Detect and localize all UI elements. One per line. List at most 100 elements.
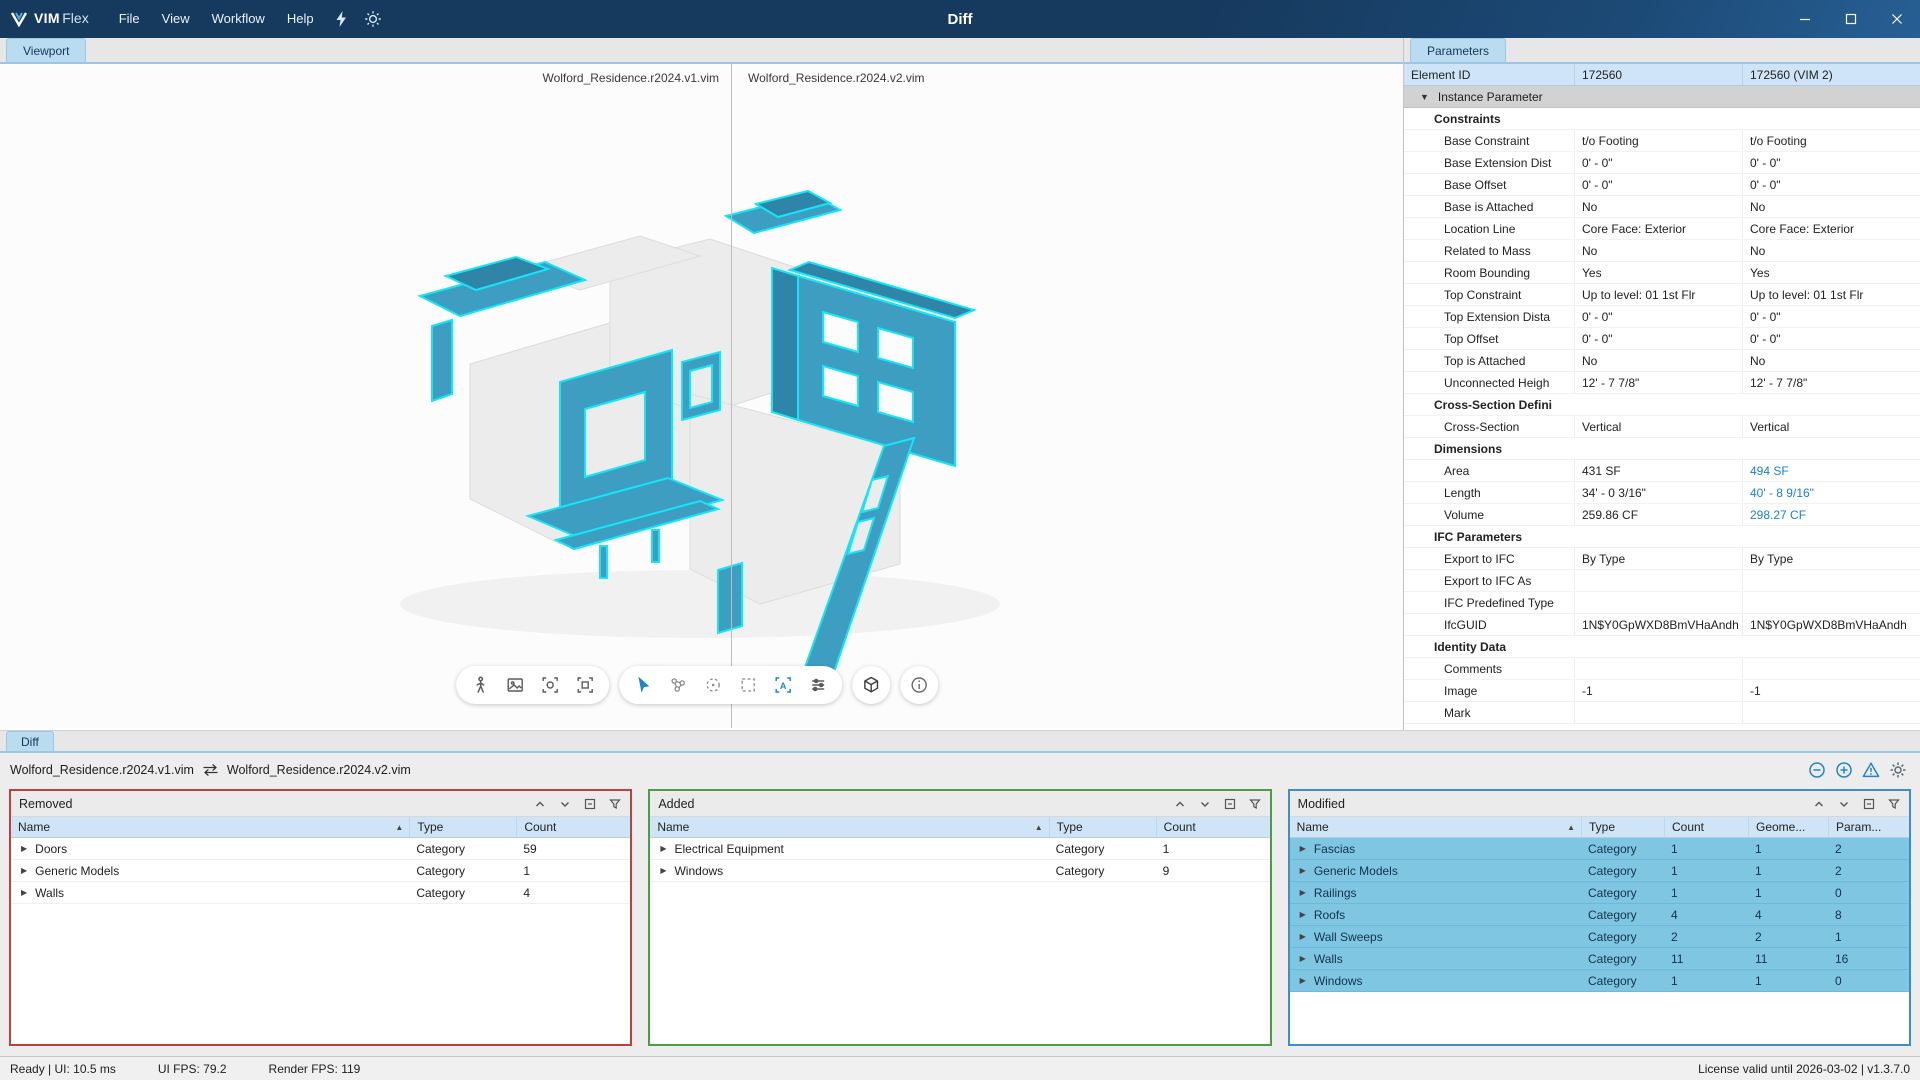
parameter-row-length[interactable]: Length34' - 0 3/16"40' - 8 9/16" xyxy=(1404,482,1920,504)
added-row-electrical-equipment[interactable]: ▶Electrical EquipmentCategory1 xyxy=(650,838,1269,860)
cube-icon[interactable] xyxy=(861,675,881,695)
maximize-button[interactable] xyxy=(1828,0,1874,38)
modified-row-roofs[interactable]: ▶RoofsCategory448 xyxy=(1290,904,1909,926)
removed-row-walls[interactable]: ▶WallsCategory4 xyxy=(11,882,630,904)
minimize-button[interactable] xyxy=(1782,0,1828,38)
removed-collapse-all-icon[interactable] xyxy=(583,797,597,811)
expand-row-icon[interactable]: ▶ xyxy=(21,838,27,859)
modified-expand-down-icon[interactable] xyxy=(1837,797,1851,811)
focus-camera-icon[interactable] xyxy=(540,675,560,695)
parameter-row-ifcguid[interactable]: IfcGUID1N$Y0GpWXD8BmVHaAndh1N$Y0GpWXD8Bm… xyxy=(1404,614,1920,636)
modified-row-wall-sweeps[interactable]: ▶Wall SweepsCategory221 xyxy=(1290,926,1909,948)
frame-select-a-icon[interactable]: A xyxy=(773,675,793,695)
modified-column-header-count[interactable]: Count xyxy=(1664,817,1748,837)
removed-row-doors[interactable]: ▶DoorsCategory59 xyxy=(11,838,630,860)
viewport-canvas[interactable]: Wolford_Residence.r2024.v1.vim Wolford_R… xyxy=(0,64,1403,728)
expand-row-icon[interactable]: ▶ xyxy=(21,860,27,881)
parameter-row-location-line[interactable]: Location LineCore Face: ExteriorCore Fac… xyxy=(1404,218,1920,240)
filter-sliders-icon[interactable] xyxy=(808,675,828,695)
expand-row-icon[interactable]: ▶ xyxy=(21,882,27,903)
close-button[interactable] xyxy=(1874,0,1920,38)
expand-row-icon[interactable]: ▶ xyxy=(1300,904,1306,925)
added-collapse-up-icon[interactable] xyxy=(1173,797,1187,811)
expand-row-icon[interactable]: ▶ xyxy=(1300,860,1306,881)
parameter-row-image[interactable]: Image-1-1 xyxy=(1404,680,1920,702)
modified-filter-icon[interactable] xyxy=(1887,797,1901,811)
menu-help[interactable]: Help xyxy=(277,0,324,38)
lightning-icon[interactable] xyxy=(326,0,356,38)
expand-row-icon[interactable]: ▶ xyxy=(1300,882,1306,903)
parameter-row-volume[interactable]: Volume259.86 CF298.27 CF xyxy=(1404,504,1920,526)
removed-expand-down-icon[interactable] xyxy=(558,797,572,811)
modified-row-walls[interactable]: ▶WallsCategory111116 xyxy=(1290,948,1909,970)
modified-column-header-type[interactable]: Type xyxy=(1581,817,1664,837)
parameter-row-related-to-mass[interactable]: Related to MassNoNo xyxy=(1404,240,1920,262)
parameter-row-top-constraint[interactable]: Top ConstraintUp to level: 01 1st FlrUp … xyxy=(1404,284,1920,306)
parameter-row-comments[interactable]: Comments xyxy=(1404,658,1920,680)
toggle-added-icon[interactable] xyxy=(1834,760,1854,780)
parameter-row-cross-section[interactable]: Cross-SectionVerticalVertical xyxy=(1404,416,1920,438)
added-filter-icon[interactable] xyxy=(1248,797,1262,811)
toggle-modified-icon[interactable] xyxy=(1861,760,1881,780)
image-capture-icon[interactable] xyxy=(505,675,525,695)
sphere-select-icon[interactable] xyxy=(703,675,723,695)
fit-frame-icon[interactable] xyxy=(575,675,595,695)
parameter-row-base-constraint[interactable]: Base Constraintt/o Footingt/o Footing xyxy=(1404,130,1920,152)
parameter-row-base-is-attached[interactable]: Base is AttachedNoNo xyxy=(1404,196,1920,218)
toggle-removed-icon[interactable] xyxy=(1807,760,1827,780)
expand-row-icon[interactable]: ▶ xyxy=(1300,948,1306,969)
parameter-row-export-to-ifc-as[interactable]: Export to IFC As xyxy=(1404,570,1920,592)
tab-parameters[interactable]: Parameters xyxy=(1410,38,1506,62)
added-column-header-type[interactable]: Type xyxy=(1049,817,1156,837)
menu-workflow[interactable]: Workflow xyxy=(202,0,275,38)
modified-collapse-all-icon[interactable] xyxy=(1862,797,1876,811)
modified-column-header-param[interactable]: Param... xyxy=(1828,817,1909,837)
parameter-row-top-extension-dista[interactable]: Top Extension Dista0' - 0"0' - 0" xyxy=(1404,306,1920,328)
menu-file[interactable]: File xyxy=(109,0,150,38)
modified-row-windows[interactable]: ▶WindowsCategory110 xyxy=(1290,970,1909,992)
theme-brightness-icon[interactable] xyxy=(358,0,388,38)
parameter-row-base-offset[interactable]: Base Offset0' - 0"0' - 0" xyxy=(1404,174,1920,196)
parameter-row-top-is-attached[interactable]: Top is AttachedNoNo xyxy=(1404,350,1920,372)
modified-column-header-name[interactable]: Name▲ xyxy=(1290,817,1581,837)
parameter-section-ifc-parameters[interactable]: IFC Parameters xyxy=(1404,526,1920,548)
instance-parameter-group-row[interactable]: ▼ Instance Parameter xyxy=(1404,86,1920,108)
expand-row-icon[interactable]: ▶ xyxy=(1300,838,1306,859)
added-collapse-all-icon[interactable] xyxy=(1223,797,1237,811)
parameter-row-base-extension-dist[interactable]: Base Extension Dist0' - 0"0' - 0" xyxy=(1404,152,1920,174)
modified-row-railings[interactable]: ▶RailingsCategory110 xyxy=(1290,882,1909,904)
added-column-header-count[interactable]: Count xyxy=(1156,817,1270,837)
box-select-icon[interactable] xyxy=(738,675,758,695)
parameter-row-room-bounding[interactable]: Room BoundingYesYes xyxy=(1404,262,1920,284)
parameter-section-dimensions[interactable]: Dimensions xyxy=(1404,438,1920,460)
diff-settings-gear-icon[interactable] xyxy=(1888,760,1908,780)
expand-row-icon[interactable]: ▶ xyxy=(1300,926,1306,947)
parameter-row-export-to-ifc[interactable]: Export to IFCBy TypeBy Type xyxy=(1404,548,1920,570)
removed-column-header-count[interactable]: Count xyxy=(516,817,630,837)
parameter-row-unconnected-heigh[interactable]: Unconnected Heigh12' - 7 7/8"12' - 7 7/8… xyxy=(1404,372,1920,394)
expand-row-icon[interactable]: ▶ xyxy=(660,860,666,881)
expand-row-icon[interactable]: ▶ xyxy=(660,838,666,859)
tab-diff[interactable]: Diff xyxy=(6,731,54,751)
parameter-section-constraints[interactable]: Constraints xyxy=(1404,108,1920,130)
added-expand-down-icon[interactable] xyxy=(1198,797,1212,811)
modified-row-fascias[interactable]: ▶FasciasCategory112 xyxy=(1290,838,1909,860)
parameter-section-identity-data[interactable]: Identity Data xyxy=(1404,636,1920,658)
added-row-windows[interactable]: ▶WindowsCategory9 xyxy=(650,860,1269,882)
added-column-header-name[interactable]: Name▲ xyxy=(650,817,1048,837)
info-icon[interactable] xyxy=(909,675,929,695)
select-cursor-icon[interactable] xyxy=(633,675,653,695)
modified-column-header-geome[interactable]: Geome... xyxy=(1748,817,1828,837)
removed-collapse-up-icon[interactable] xyxy=(533,797,547,811)
tab-viewport[interactable]: Viewport xyxy=(6,38,86,62)
parameter-row-mark[interactable]: Mark xyxy=(1404,702,1920,724)
modified-row-generic-models[interactable]: ▶Generic ModelsCategory112 xyxy=(1290,860,1909,882)
removed-filter-icon[interactable] xyxy=(608,797,622,811)
parameter-section-cross-section-defini[interactable]: Cross-Section Defini xyxy=(1404,394,1920,416)
expand-row-icon[interactable]: ▶ xyxy=(1300,970,1306,991)
linked-select-icon[interactable] xyxy=(668,675,688,695)
parameter-row-ifc-predefined-type[interactable]: IFC Predefined Type xyxy=(1404,592,1920,614)
walk-mode-icon[interactable] xyxy=(470,675,490,695)
removed-row-generic-models[interactable]: ▶Generic ModelsCategory1 xyxy=(11,860,630,882)
menu-view[interactable]: View xyxy=(152,0,200,38)
